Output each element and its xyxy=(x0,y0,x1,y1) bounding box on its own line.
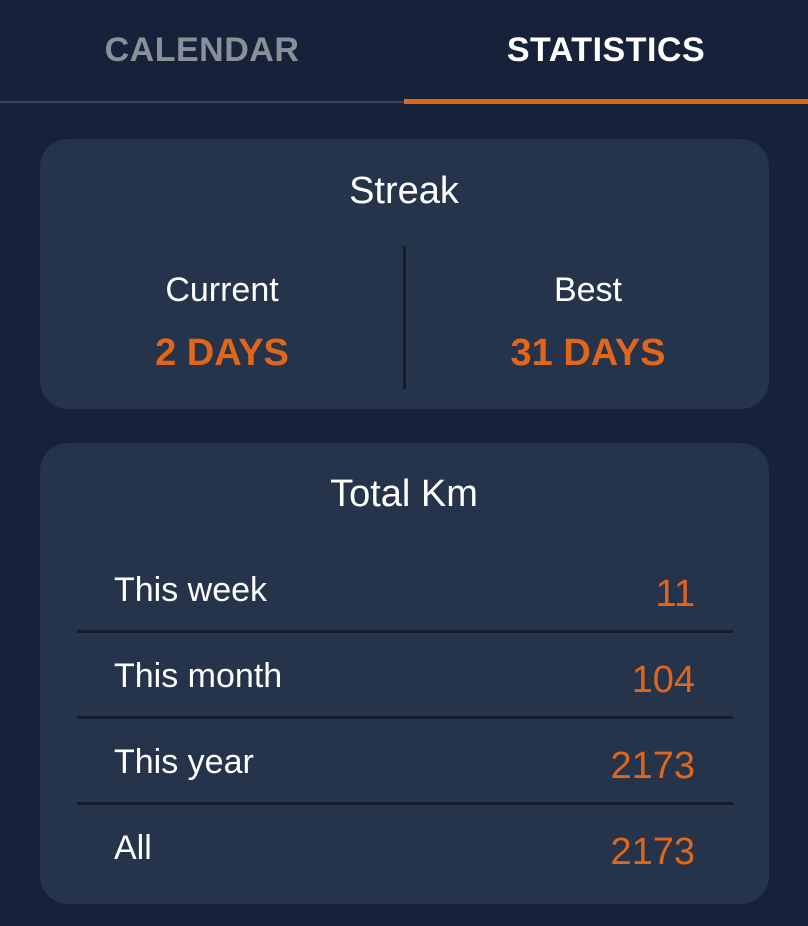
total-km-row-year: This year 2173 xyxy=(77,720,733,806)
row-divider xyxy=(77,630,733,633)
row-divider xyxy=(77,802,733,805)
row-label: This week xyxy=(114,571,268,609)
row-value: 104 xyxy=(631,659,695,701)
row-label: All xyxy=(114,829,152,867)
streak-title: Streak xyxy=(349,170,459,212)
tab-divider xyxy=(0,101,404,103)
row-label: This year xyxy=(114,743,254,781)
current-streak-label: Current xyxy=(165,271,279,309)
row-value: 11 xyxy=(655,573,695,615)
best-streak-label: Best xyxy=(553,271,623,309)
current-streak-value: 2 DAYS xyxy=(155,332,289,374)
row-value: 2173 xyxy=(610,831,695,873)
total-km-row-all: All 2173 xyxy=(77,806,733,892)
tab-statistics[interactable]: STATISTICS xyxy=(404,0,808,100)
row-value: 2173 xyxy=(610,745,695,787)
current-streak: Current 2 DAYS xyxy=(40,270,404,374)
tab-bar: CALENDAR STATISTICS xyxy=(0,0,808,105)
total-km-title: Total Km xyxy=(330,473,478,515)
total-km-row-month: This month 104 xyxy=(77,634,733,720)
best-streak: Best 31 DAYS xyxy=(406,270,770,374)
row-label: This month xyxy=(114,657,283,695)
row-divider xyxy=(77,716,733,719)
total-km-row-week: This week 11 xyxy=(77,548,733,634)
best-streak-value: 31 DAYS xyxy=(510,332,666,374)
active-tab-indicator xyxy=(404,99,808,104)
tab-calendar[interactable]: CALENDAR xyxy=(0,0,404,100)
